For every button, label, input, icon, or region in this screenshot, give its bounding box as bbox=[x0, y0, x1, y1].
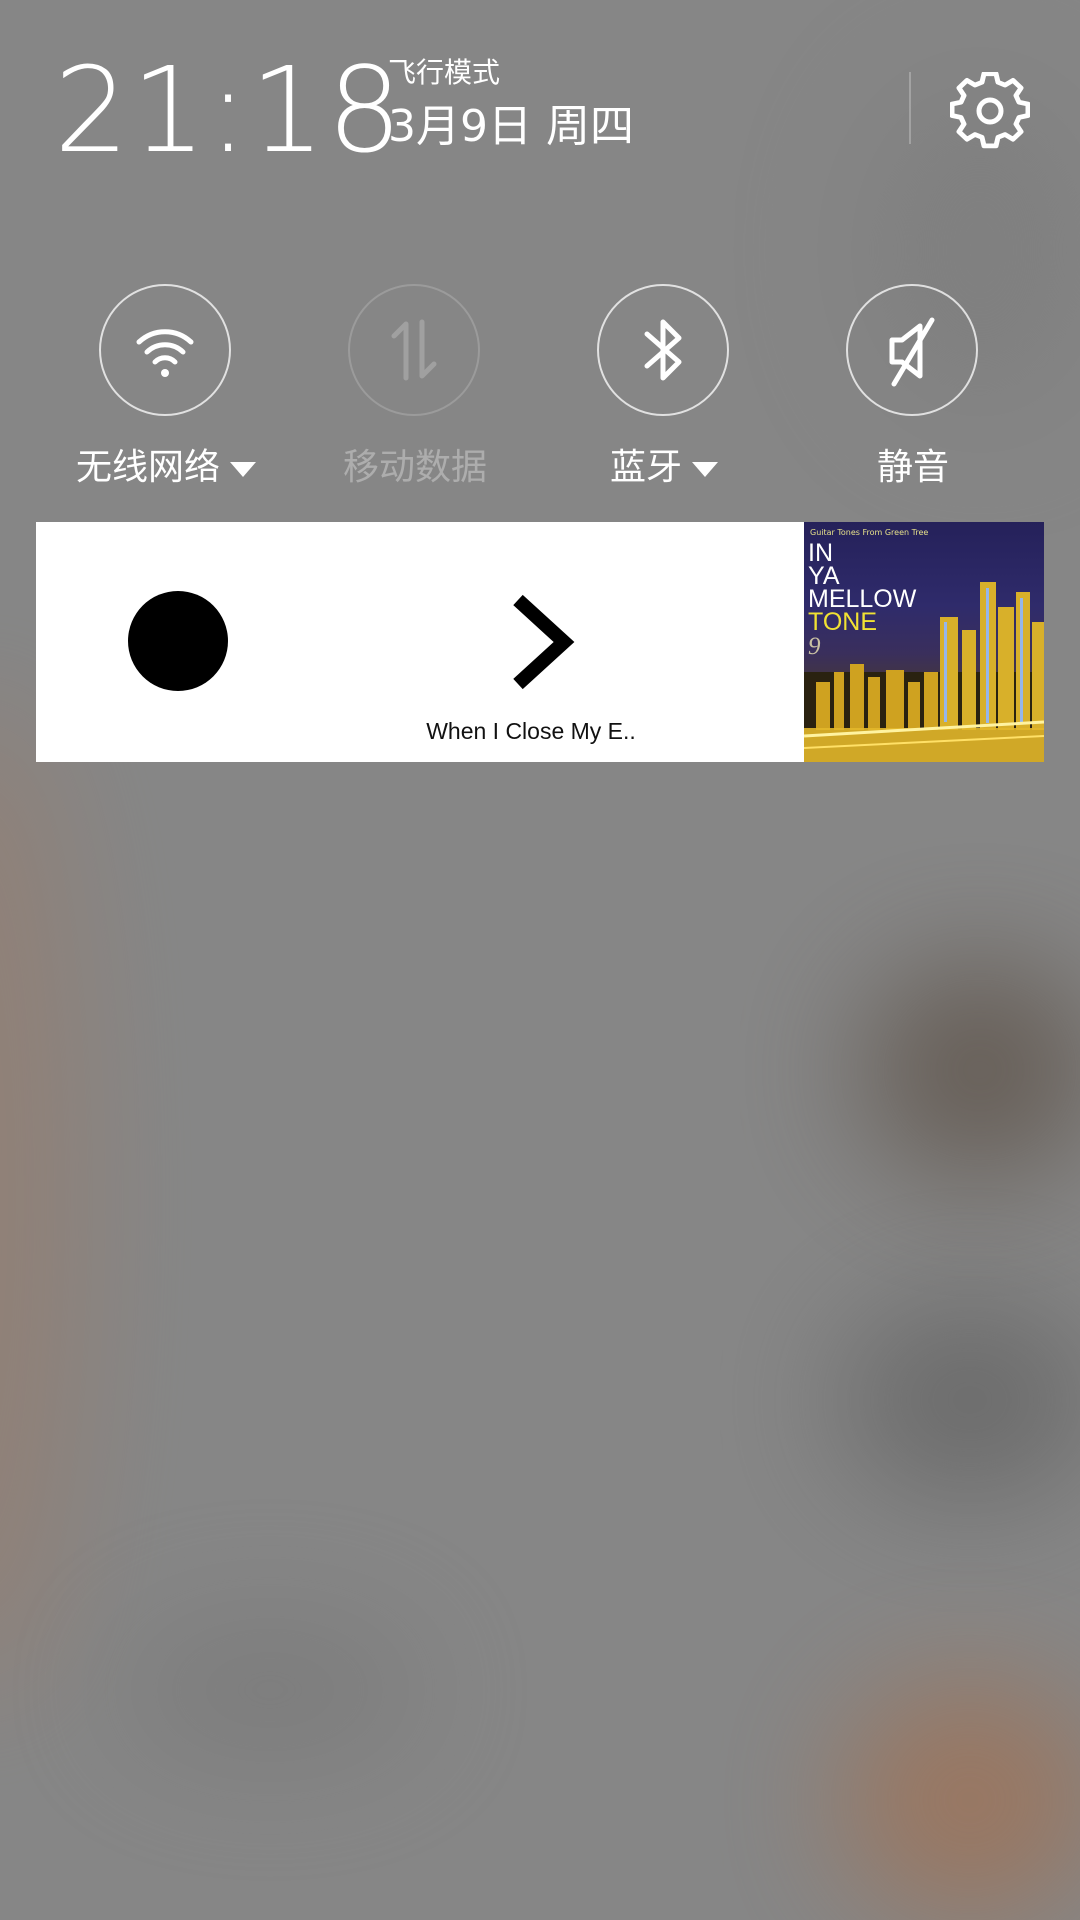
wifi-icon bbox=[136, 329, 194, 377]
album-art[interactable]: Guitar Tones From Green Tree IN YA MELLO… bbox=[804, 522, 1044, 762]
bluetooth-label-row: 蓝牙 bbox=[549, 444, 779, 492]
next-icon[interactable] bbox=[504, 592, 584, 692]
bluetooth-toggle-circle[interactable] bbox=[597, 284, 729, 416]
mute-toggle[interactable]: 静音 bbox=[798, 284, 1028, 504]
media-player-card[interactable]: When I Close My E.. Guitar Tones From Gr… bbox=[36, 522, 1044, 762]
wifi-toggle-circle[interactable] bbox=[99, 284, 231, 416]
wifi-label-row: 无线网络 bbox=[51, 444, 281, 492]
background-blur bbox=[840, 1300, 1080, 1500]
wifi-label: 无线网络 bbox=[75, 447, 220, 488]
mute-icon bbox=[889, 317, 935, 387]
chevron-down-icon[interactable] bbox=[230, 461, 256, 477]
background-blur bbox=[860, 960, 1080, 1180]
header-divider bbox=[909, 72, 911, 144]
date-label: 3月9日 周四 bbox=[388, 101, 634, 152]
mobile-data-toggle-circle[interactable] bbox=[348, 284, 480, 416]
mobile-data-toggle[interactable]: 移动数据 bbox=[300, 284, 530, 504]
wifi-toggle[interactable]: 无线网络 bbox=[51, 284, 281, 504]
bluetooth-label: 蓝牙 bbox=[609, 447, 682, 488]
clock: 21:18 bbox=[54, 41, 405, 179]
mobile-data-label-row: 移动数据 bbox=[300, 444, 530, 492]
album-title-line: TONE bbox=[808, 608, 877, 636]
background-blur bbox=[840, 1680, 1080, 1920]
background-blur bbox=[0, 700, 80, 1700]
gear-icon[interactable] bbox=[949, 71, 1031, 152]
bluetooth-toggle[interactable]: 蓝牙 bbox=[549, 284, 779, 504]
mute-label: 静音 bbox=[876, 447, 949, 488]
bluetooth-icon bbox=[644, 319, 682, 381]
background-blur bbox=[120, 1620, 420, 1760]
mobile-data-icon bbox=[391, 319, 437, 381]
album-volume-number: 9 bbox=[808, 633, 821, 660]
mobile-data-label: 移动数据 bbox=[342, 447, 487, 488]
airplane-mode-label: 飞行模式 bbox=[388, 56, 501, 89]
album-top-text: Guitar Tones From Green Tree bbox=[810, 528, 929, 537]
album-art-image bbox=[804, 582, 1044, 762]
mute-toggle-circle[interactable] bbox=[846, 284, 978, 416]
track-title: When I Close My E.. bbox=[426, 718, 636, 744]
chevron-down-icon[interactable] bbox=[692, 461, 718, 477]
play-icon[interactable] bbox=[128, 591, 228, 691]
mute-label-row: 静音 bbox=[798, 444, 1028, 492]
notification-shade: 21:18 飞行模式 3月9日 周四 无线网络 移动数据 蓝牙 静音 When … bbox=[0, 0, 1080, 1920]
